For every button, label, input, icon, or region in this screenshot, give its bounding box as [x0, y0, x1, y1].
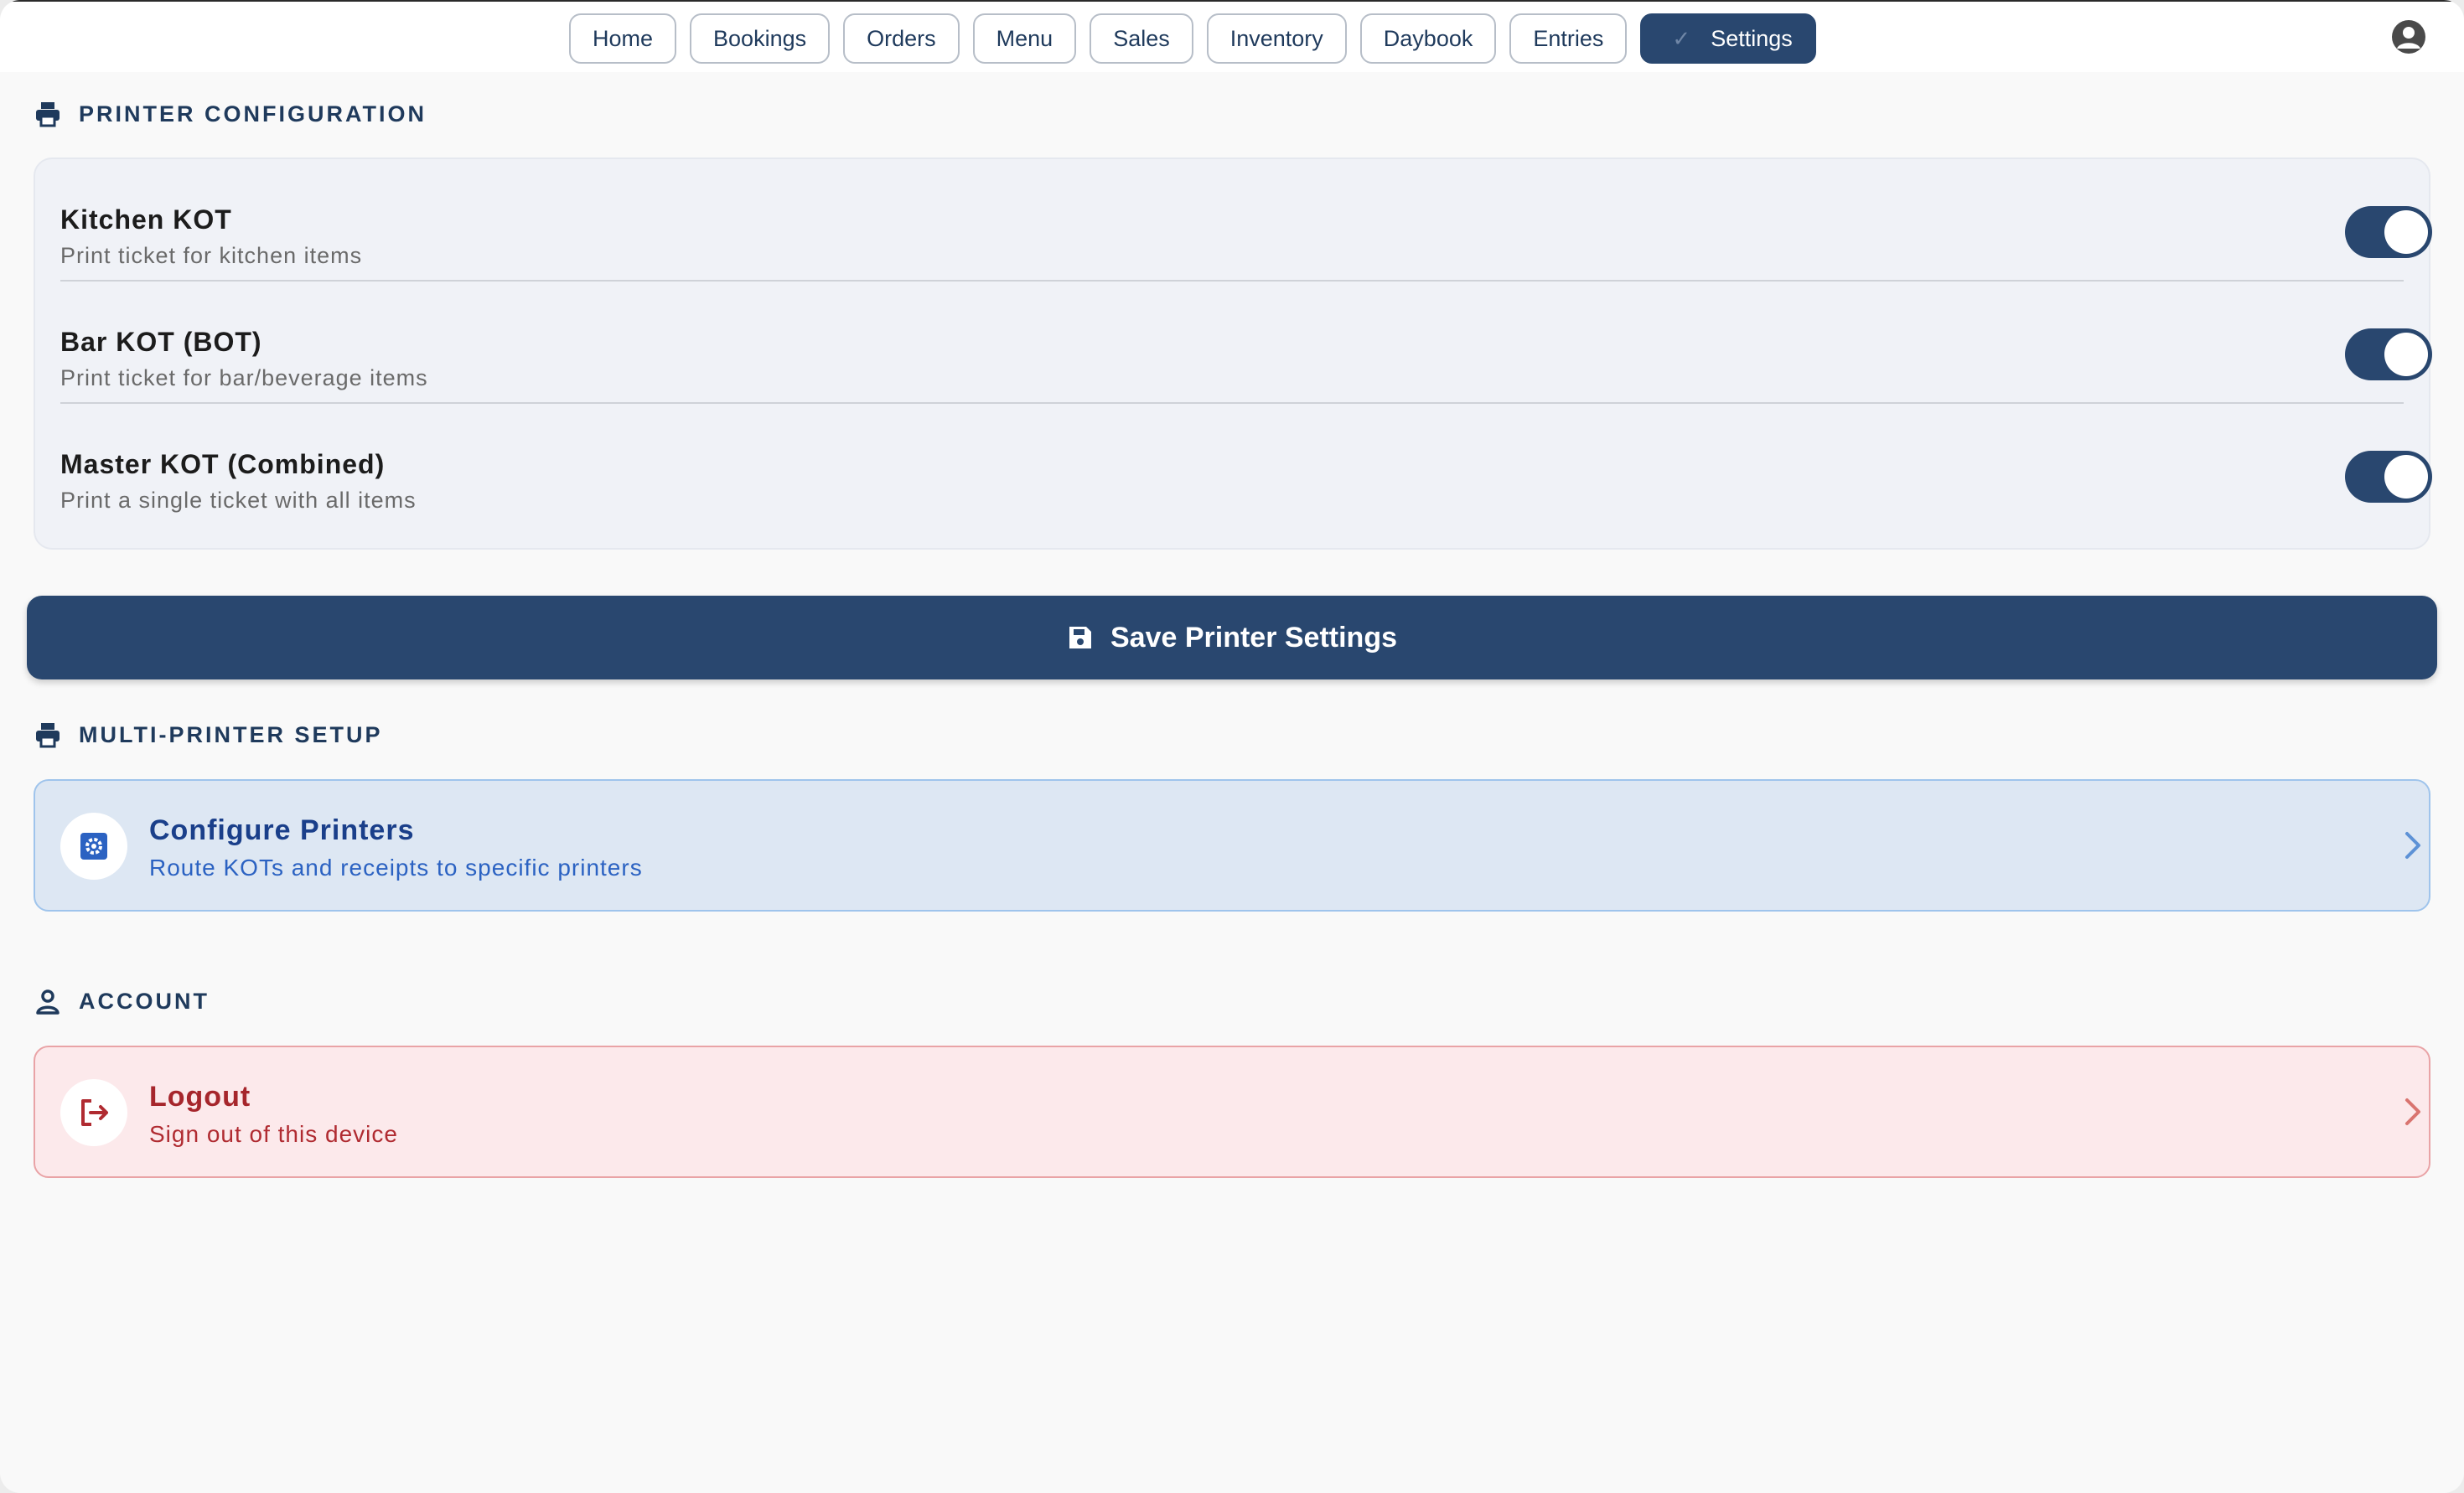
master-kot-toggle[interactable]	[2345, 451, 2432, 503]
toggle-knob	[2384, 455, 2428, 499]
section-title: ACCOUNT	[79, 988, 210, 1014]
card-subtitle: Sign out of this device	[149, 1121, 398, 1147]
printer-row-kitchen: Kitchen KOT Print ticket for kitchen ite…	[60, 159, 2432, 282]
user-icon	[36, 989, 60, 1015]
checkmark-icon: ✓	[1672, 25, 1691, 51]
card-title: Logout	[149, 1081, 251, 1113]
card-title: Configure Printers	[149, 814, 415, 846]
tab-orders[interactable]: Orders	[843, 13, 960, 64]
card-subtitle: Route KOTs and receipts to specific prin…	[149, 855, 643, 881]
kitchen-kot-toggle[interactable]	[2345, 206, 2432, 258]
row-title: Master KOT (Combined)	[60, 449, 386, 479]
tab-label: Inventory	[1229, 25, 1323, 51]
tab-settings[interactable]: ✓ Settings	[1640, 13, 1816, 64]
bar-kot-toggle[interactable]	[2345, 328, 2432, 380]
toggle-knob	[2384, 333, 2428, 376]
tab-label: Orders	[867, 25, 936, 51]
tab-label: Menu	[996, 25, 1053, 51]
tab-label: Settings	[1711, 25, 1793, 51]
printer-icon	[36, 723, 60, 748]
user-circle-icon[interactable]	[2392, 20, 2425, 54]
chevron-right-icon	[2405, 832, 2420, 859]
settings-gear-icon	[80, 833, 107, 860]
tab-sales[interactable]: Sales	[1090, 13, 1193, 64]
tab-daybook[interactable]: Daybook	[1359, 13, 1497, 64]
tab-label: Daybook	[1383, 25, 1473, 51]
tab-label: Entries	[1533, 25, 1604, 51]
printer-icon	[36, 102, 60, 127]
logout-card[interactable]: Logout Sign out of this device	[34, 1046, 2430, 1178]
tab-label: Sales	[1113, 25, 1170, 51]
configure-printers-card[interactable]: Configure Printers Route KOTs and receip…	[34, 779, 2430, 912]
row-title: Bar KOT (BOT)	[60, 327, 262, 357]
printer-config-heading: PRINTER CONFIGURATION	[34, 100, 427, 128]
logout-icon	[81, 1099, 108, 1126]
top-nav: Home Bookings Orders Menu Sales Inventor…	[0, 0, 2464, 72]
tab-home[interactable]: Home	[569, 13, 677, 64]
tab-entries[interactable]: Entries	[1509, 13, 1628, 64]
account-heading: ACCOUNT	[34, 987, 210, 1015]
row-title: Kitchen KOT	[60, 204, 232, 235]
nav-tabs: Home Bookings Orders Menu Sales Inventor…	[569, 13, 1816, 64]
chevron-right-icon	[2405, 1098, 2420, 1125]
toggle-knob	[2384, 210, 2428, 254]
tab-label: Home	[593, 25, 654, 51]
row-subtitle: Print a single ticket with all items	[60, 488, 417, 513]
tab-menu[interactable]: Menu	[972, 13, 1077, 64]
icon-circle	[60, 1079, 127, 1146]
button-label: Save Printer Settings	[1110, 621, 1397, 654]
section-title: MULTI-PRINTER SETUP	[79, 721, 383, 747]
row-subtitle: Print ticket for bar/beverage items	[60, 365, 428, 390]
tab-bookings[interactable]: Bookings	[690, 13, 831, 64]
multi-printer-heading: MULTI-PRINTER SETUP	[34, 721, 383, 749]
floppy-disk-icon	[1069, 627, 1091, 648]
tab-label: Bookings	[713, 25, 807, 51]
section-title: PRINTER CONFIGURATION	[79, 101, 427, 127]
icon-circle	[60, 813, 127, 880]
settings-screen: Home Bookings Orders Menu Sales Inventor…	[0, 0, 2464, 1493]
tab-inventory[interactable]: Inventory	[1206, 13, 1347, 64]
printer-row-bar: Bar KOT (BOT) Print ticket for bar/bever…	[60, 282, 2432, 404]
printer-config-card: Kitchen KOT Print ticket for kitchen ite…	[34, 158, 2432, 550]
save-printer-settings-button[interactable]: Save Printer Settings	[27, 596, 2437, 679]
printer-row-master: Master KOT (Combined) Print a single tic…	[60, 404, 2432, 526]
row-subtitle: Print ticket for kitchen items	[60, 243, 363, 268]
